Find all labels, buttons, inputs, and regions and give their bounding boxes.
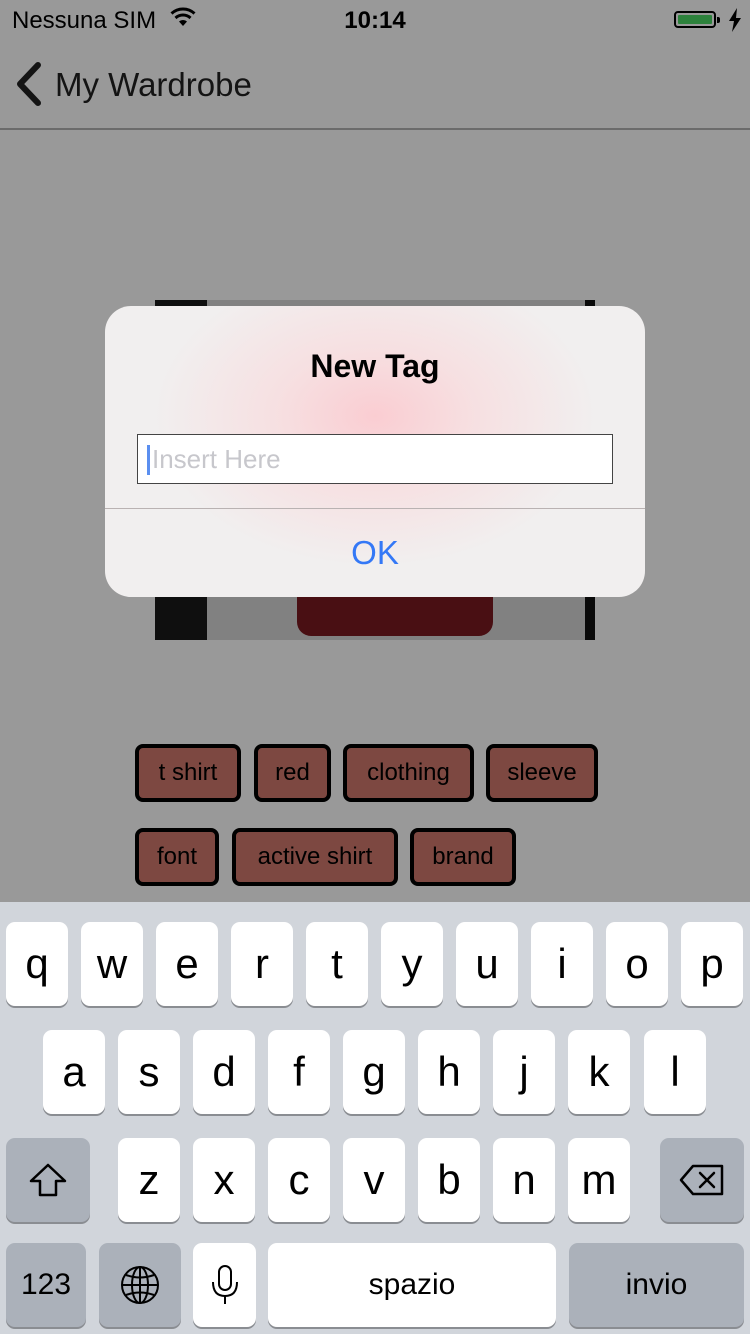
key-a[interactable]: a — [43, 1030, 105, 1114]
key-m[interactable]: m — [568, 1138, 630, 1222]
input-placeholder: Insert Here — [152, 444, 281, 474]
key-z[interactable]: z — [118, 1138, 180, 1222]
key-r[interactable]: r — [231, 922, 293, 1006]
shift-key[interactable] — [6, 1138, 90, 1222]
key-c[interactable]: c — [268, 1138, 330, 1222]
key-g[interactable]: g — [343, 1030, 405, 1114]
globe-key[interactable] — [99, 1243, 181, 1327]
space-key[interactable]: spazio — [268, 1243, 556, 1327]
globe-icon — [121, 1266, 159, 1304]
alert-title: New Tag — [310, 348, 440, 384]
key-p[interactable]: p — [681, 922, 743, 1006]
key-d[interactable]: d — [193, 1030, 255, 1114]
tag-name-input[interactable]: Insert Here — [137, 434, 613, 484]
key-l[interactable]: l — [644, 1030, 706, 1114]
backspace-icon — [679, 1164, 724, 1196]
key-i[interactable]: i — [531, 922, 593, 1006]
backspace-key[interactable] — [660, 1138, 744, 1222]
key-q[interactable]: q — [6, 922, 68, 1006]
key-b[interactable]: b — [418, 1138, 480, 1222]
key-o[interactable]: o — [606, 922, 668, 1006]
microphone-key[interactable] — [193, 1243, 256, 1327]
text-caret — [147, 445, 150, 475]
key-h[interactable]: h — [418, 1030, 480, 1114]
key-e[interactable]: e — [156, 922, 218, 1006]
keyboard: q w e r t y u i o p a s d f g h j k l z … — [0, 902, 750, 1334]
numbers-key[interactable]: 123 — [6, 1243, 86, 1327]
key-v[interactable]: v — [343, 1138, 405, 1222]
key-f[interactable]: f — [268, 1030, 330, 1114]
key-j[interactable]: j — [493, 1030, 555, 1114]
key-k[interactable]: k — [568, 1030, 630, 1114]
new-tag-alert: New Tag Insert Here OK — [105, 306, 645, 597]
key-u[interactable]: u — [456, 922, 518, 1006]
microphone-icon — [211, 1265, 238, 1304]
key-n[interactable]: n — [493, 1138, 555, 1222]
key-w[interactable]: w — [81, 922, 143, 1006]
key-y[interactable]: y — [381, 922, 443, 1006]
key-x[interactable]: x — [193, 1138, 255, 1222]
return-key[interactable]: invio — [569, 1243, 744, 1327]
shift-icon — [29, 1163, 67, 1197]
key-t[interactable]: t — [306, 922, 368, 1006]
key-s[interactable]: s — [118, 1030, 180, 1114]
ok-button[interactable]: OK — [105, 509, 645, 597]
